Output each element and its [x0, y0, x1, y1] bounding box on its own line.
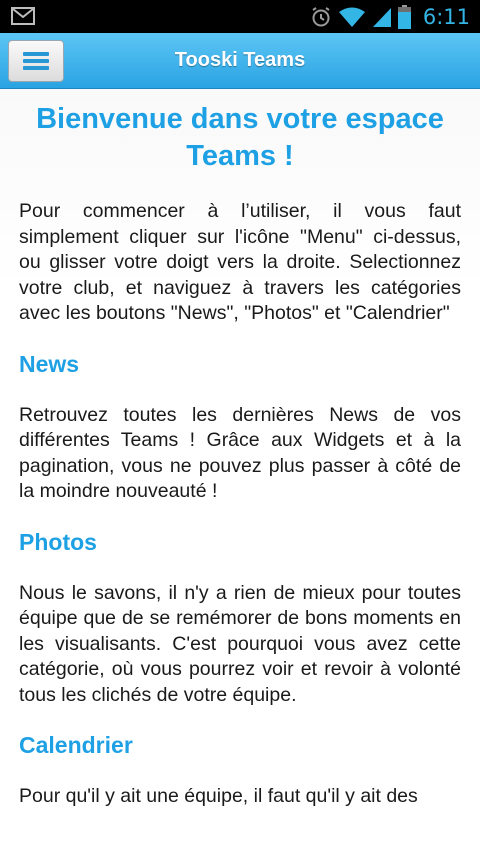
- battery-icon: [397, 4, 411, 29]
- calendrier-heading: Calendrier: [19, 732, 133, 758]
- gmail-icon: [11, 7, 35, 25]
- welcome-title: Bienvenue dans votre espace Teams !: [36, 103, 444, 172]
- status-clock: 6:11: [422, 4, 470, 29]
- main-content[interactable]: Bienvenue dans votre espace Teams ! Pour…: [0, 89, 480, 854]
- menu-button[interactable]: [8, 40, 64, 82]
- intro-paragraph: Pour commencer à l’utiliser, il vous fau…: [19, 200, 461, 324]
- signal-icon: [372, 7, 391, 27]
- alarm-icon: [312, 6, 330, 26]
- app-header: Tooski Teams: [0, 33, 480, 89]
- hamburger-menu-icon: [23, 52, 49, 70]
- app-screen: 6:11 Tooski Teams Bienvenue dans votre e…: [0, 0, 480, 854]
- app-title: Tooski Teams: [174, 49, 306, 71]
- photos-heading: Photos: [19, 528, 97, 555]
- news-heading: News: [19, 350, 80, 377]
- photos-paragraph: Nous le savons, il n'y a rien de mieux p…: [19, 581, 461, 706]
- status-bar: 6:11: [0, 0, 480, 33]
- wifi-icon: [338, 7, 365, 27]
- news-paragraph: Retrouvez toutes les dernières News de v…: [19, 403, 461, 503]
- status-icons: 6:11: [310, 0, 470, 33]
- calendrier-paragraph: Pour qu'il y ait une équipe, il faut qu'…: [19, 785, 418, 807]
